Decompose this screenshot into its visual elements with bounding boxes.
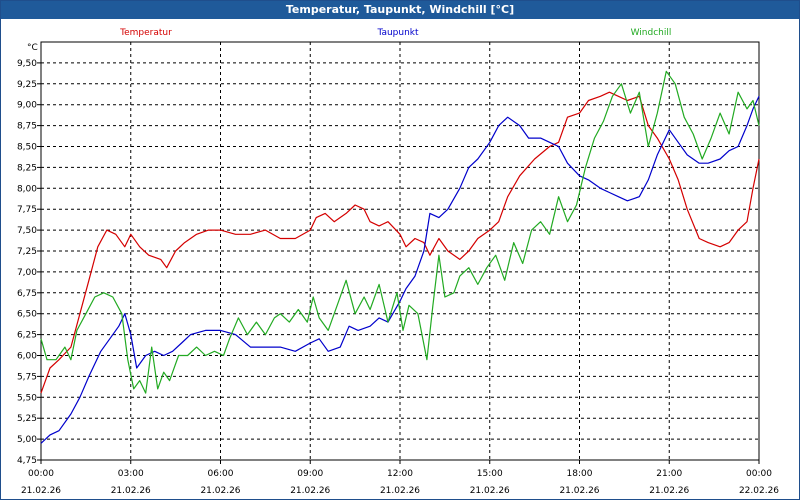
- x-tick-date-label: 21.02.26: [290, 486, 330, 496]
- y-tick-label: 5,50: [17, 393, 37, 403]
- grid: [37, 42, 760, 464]
- x-tick-time-label: 00:00: [746, 469, 772, 479]
- x-tick-date-label: 21.02.26: [200, 486, 240, 496]
- x-tick-date-label: 21.02.26: [470, 486, 510, 496]
- x-tick-labels: 00:00 21.02.26 03:00 21.02.26 06:00 21.02.26 0…: [21, 469, 779, 496]
- legend: Temperatur Taupunkt Windchill: [119, 28, 671, 38]
- y-tick-label: 8,00: [17, 184, 37, 194]
- y-tick-labels: 4,75 5,00 5,25 5,50 5,75 6,00 6,25 6,50 6,75 7,00…: [17, 59, 37, 466]
- y-tick-label: 7,50: [17, 226, 37, 236]
- y-tick-label: 6,00: [17, 352, 37, 362]
- y-tick-label: 4,75: [17, 456, 37, 466]
- x-tick-date-label: 21.02.26: [111, 486, 151, 496]
- y-axis-unit-label: °C: [27, 43, 38, 53]
- y-tick-label: 9,00: [17, 101, 37, 111]
- x-tick-time-label: 03:00: [118, 469, 144, 479]
- x-tick-time-label: 06:00: [208, 469, 234, 479]
- x-tick-time-label: 15:00: [477, 469, 503, 479]
- chart-title: Temperatur, Taupunkt, Windchill [°C]: [1, 1, 799, 19]
- y-tick-label: 9,50: [17, 59, 37, 69]
- x-tick-date-label: 22.02.26: [739, 486, 779, 496]
- y-tick-label: 6,25: [17, 331, 37, 341]
- y-tick-label: 6,75: [17, 289, 37, 299]
- legend-taupunkt: Taupunkt: [376, 28, 419, 38]
- y-tick-label: 7,00: [17, 268, 37, 278]
- x-tick-time-label: 18:00: [567, 469, 593, 479]
- y-tick-label: 7,75: [17, 205, 37, 215]
- y-tick-label: 5,75: [17, 372, 37, 382]
- y-tick-label: 8,25: [17, 163, 37, 173]
- chart-window: 4,75 5,00 5,25 5,50 5,75 6,00 6,25 6,50 6,75 7,00…: [0, 0, 800, 500]
- x-tick-time-label: 21:00: [656, 469, 682, 479]
- x-tick-date-label: 21.02.26: [559, 486, 599, 496]
- y-tick-label: 8,50: [17, 143, 37, 153]
- legend-windchill: Windchill: [631, 28, 672, 38]
- x-tick-date-label: 21.02.26: [380, 486, 420, 496]
- y-tick-label: 9,25: [17, 80, 37, 90]
- y-tick-label: 8,75: [17, 122, 37, 132]
- y-tick-label: 5,00: [17, 435, 37, 445]
- x-tick-date-label: 21.02.26: [21, 486, 61, 496]
- x-tick-time-label: 12:00: [387, 469, 413, 479]
- y-tick-label: 7,25: [17, 247, 37, 257]
- y-tick-label: 5,25: [17, 414, 37, 424]
- legend-temperatur: Temperatur: [119, 28, 172, 38]
- x-tick-time-label: 09:00: [297, 469, 323, 479]
- x-tick-time-label: 00:00: [28, 469, 54, 479]
- x-tick-date-label: 21.02.26: [649, 486, 689, 496]
- y-tick-label: 6,50: [17, 310, 37, 320]
- chart-canvas: 4,75 5,00 5,25 5,50 5,75 6,00 6,25 6,50 6,75 7,00…: [17, 28, 779, 496]
